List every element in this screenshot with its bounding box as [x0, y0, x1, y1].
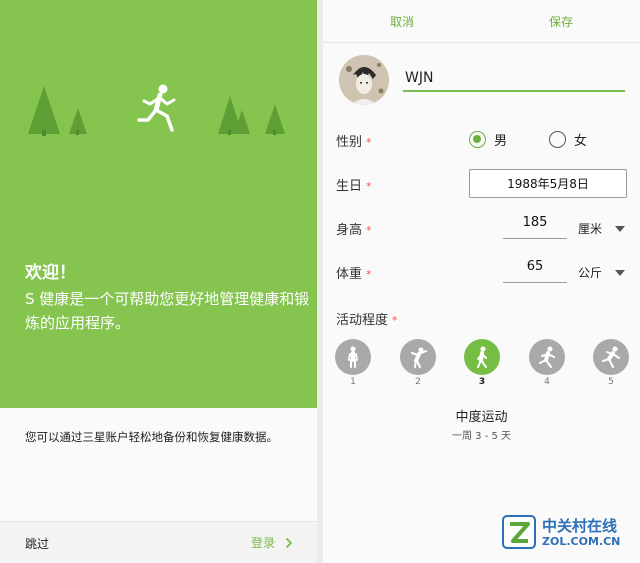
height-unit-dropdown-icon[interactable] — [615, 226, 625, 232]
height-label-text: 身高 — [336, 223, 363, 238]
required-mark: * — [366, 268, 372, 281]
activity-level-5-button[interactable] — [593, 339, 629, 375]
weight-unit[interactable]: 公斤 — [578, 264, 602, 281]
required-mark: * — [366, 180, 372, 193]
activity-level-number: 1 — [350, 377, 356, 387]
activity-label-text: 活动程度 — [336, 313, 389, 328]
gender-label: 性别 * — [336, 131, 372, 150]
watermark-line1: 中关村在线 — [542, 516, 618, 535]
welcome-screen: 欢迎！ S 健康是一个可帮助您更好地管理健康和锻炼的应用程序。 您可以通过三星账… — [0, 0, 317, 563]
gender-label-text: 性别 — [336, 135, 363, 150]
activity-level-number: 4 — [544, 377, 550, 387]
zol-watermark: 中关村在线 ZOL.COM.CN — [501, 514, 620, 550]
activity-level-title: 中度运动 — [455, 410, 508, 425]
weight-label: 体重 * — [336, 263, 372, 282]
gender-option-label: 女 — [574, 134, 588, 149]
required-mark: * — [366, 136, 372, 149]
required-mark: * — [392, 314, 398, 327]
activity-level-2-button[interactable] — [400, 339, 436, 375]
height-input[interactable]: 185 — [503, 215, 567, 239]
welcome-footer: 跳过 登录 — [0, 521, 317, 563]
stretching-person-icon — [411, 347, 427, 368]
weight-unit-dropdown-icon[interactable] — [615, 270, 625, 276]
walking-person-icon — [477, 346, 487, 368]
zol-logo-icon — [502, 515, 536, 549]
profile-screen: 取消 保存 性别* 男 女 生日* 1988年5月8日 身高* — [323, 0, 640, 563]
birthday-label: 生日 * — [336, 175, 372, 194]
sprinting-person-icon — [602, 346, 620, 368]
avatar[interactable] — [339, 55, 389, 105]
avatar-image — [339, 55, 389, 105]
required-mark: * — [366, 224, 372, 237]
activity-level-1-button[interactable] — [335, 339, 371, 375]
welcome-description: S 健康是一个可帮助您更好地管理健康和锻炼的应用程序。 — [25, 290, 310, 332]
chevron-right-icon — [285, 537, 293, 548]
radio-checked-icon — [469, 131, 486, 148]
height-label: 身高 * — [336, 219, 372, 238]
login-label: 登录 — [250, 536, 275, 550]
activity-level-number: 2 — [415, 377, 421, 387]
action-bar: 取消 保存 — [323, 0, 640, 42]
standing-person-icon — [348, 346, 358, 368]
save-button[interactable]: 保存 — [549, 13, 573, 30]
welcome-hero: 欢迎！ S 健康是一个可帮助您更好地管理健康和锻炼的应用程序。 — [0, 0, 317, 408]
cancel-button[interactable]: 取消 — [390, 13, 414, 30]
activity-level-3-button[interactable] — [464, 339, 500, 375]
gender-option-female[interactable]: 女 — [549, 130, 587, 149]
skip-button[interactable]: 跳过 — [25, 535, 49, 552]
birthday-field[interactable]: 1988年5月8日 — [469, 169, 627, 198]
name-input[interactable] — [403, 66, 625, 92]
running-person-icon — [539, 346, 555, 368]
gender-option-label: 男 — [494, 134, 508, 149]
welcome-title: 欢迎！ — [25, 263, 76, 283]
activity-level-number: 5 — [608, 377, 614, 387]
birthday-label-text: 生日 — [336, 179, 363, 194]
watermark-line2: ZOL.COM.CN — [542, 534, 621, 548]
weight-label-text: 体重 — [336, 267, 363, 282]
activity-level-description: 一周 3 - 5 天 — [451, 431, 512, 442]
gender-option-male[interactable]: 男 — [469, 130, 507, 149]
weight-input[interactable]: 65 — [503, 259, 567, 283]
forest-runner-illustration — [28, 84, 285, 136]
activity-label: 活动程度 * — [336, 309, 398, 328]
login-button[interactable]: 登录 — [251, 534, 293, 551]
backup-note: 您可以通过三星账户轻松地备份和恢复健康数据。 — [25, 430, 278, 444]
action-bar-divider — [323, 42, 640, 43]
activity-level-4-button[interactable] — [529, 339, 565, 375]
activity-level-number: 3 — [478, 377, 486, 387]
radio-unchecked-icon — [549, 131, 566, 148]
height-unit[interactable]: 厘米 — [578, 220, 602, 237]
